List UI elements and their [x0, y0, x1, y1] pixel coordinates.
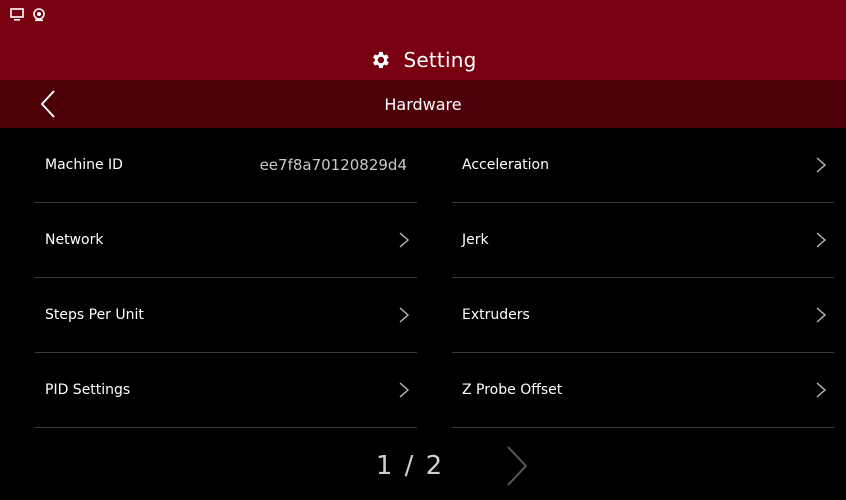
settings-column-left: Machine ID ee7f8a70120829d4 Network Step… — [35, 128, 417, 428]
settings-item-label: Steps Per Unit — [45, 307, 144, 323]
settings-item-label: Jerk — [462, 232, 489, 248]
settings-item-pid-settings[interactable]: PID Settings — [35, 353, 417, 428]
chevron-left-icon — [40, 90, 55, 118]
status-icons — [10, 8, 46, 22]
chevron-right-icon — [816, 307, 827, 323]
page-title: Setting — [403, 48, 477, 72]
settings-item-network[interactable]: Network — [35, 203, 417, 278]
settings-item-label: Z Probe Offset — [462, 382, 563, 398]
gear-icon — [373, 51, 390, 69]
settings-item-label: Acceleration — [462, 157, 549, 173]
settings-item-extruders[interactable]: Extruders — [452, 278, 834, 353]
monitor-icon — [10, 8, 24, 21]
page-title-wrap: Setting — [0, 40, 846, 80]
settings-item-label: Network — [45, 232, 104, 248]
settings-column-right: Acceleration Jerk Extruders Z Probe Offs… — [452, 128, 834, 428]
chevron-right-icon — [399, 232, 410, 248]
machine-id-value: ee7f8a70120829d4 — [259, 156, 407, 174]
settings-item-machine-id: Machine ID ee7f8a70120829d4 — [35, 128, 417, 203]
settings-item-steps-per-unit[interactable]: Steps Per Unit — [35, 278, 417, 353]
settings-item-label: Extruders — [462, 307, 530, 323]
back-button[interactable] — [34, 88, 66, 120]
settings-item-z-probe-offset[interactable]: Z Probe Offset — [452, 353, 834, 428]
chevron-right-icon — [399, 307, 410, 323]
settings-item-acceleration[interactable]: Acceleration — [452, 128, 834, 203]
sub-header: Hardware — [0, 80, 846, 128]
settings-item-jerk[interactable]: Jerk — [452, 203, 834, 278]
section-title: Hardware — [384, 94, 462, 114]
chevron-right-icon — [816, 232, 827, 248]
settings-item-label: PID Settings — [45, 382, 131, 398]
top-bar: Setting — [0, 0, 846, 80]
page-indicator: 1 / 2 — [375, 451, 445, 481]
pager: 1 / 2 — [0, 438, 846, 494]
next-page-button[interactable] — [504, 444, 530, 488]
settings-item-label: Machine ID — [45, 157, 123, 173]
chevron-right-icon — [399, 382, 410, 398]
chevron-right-icon — [816, 382, 827, 398]
chevron-right-icon — [816, 157, 827, 173]
chevron-right-icon — [507, 446, 528, 486]
webcam-icon — [33, 8, 45, 22]
